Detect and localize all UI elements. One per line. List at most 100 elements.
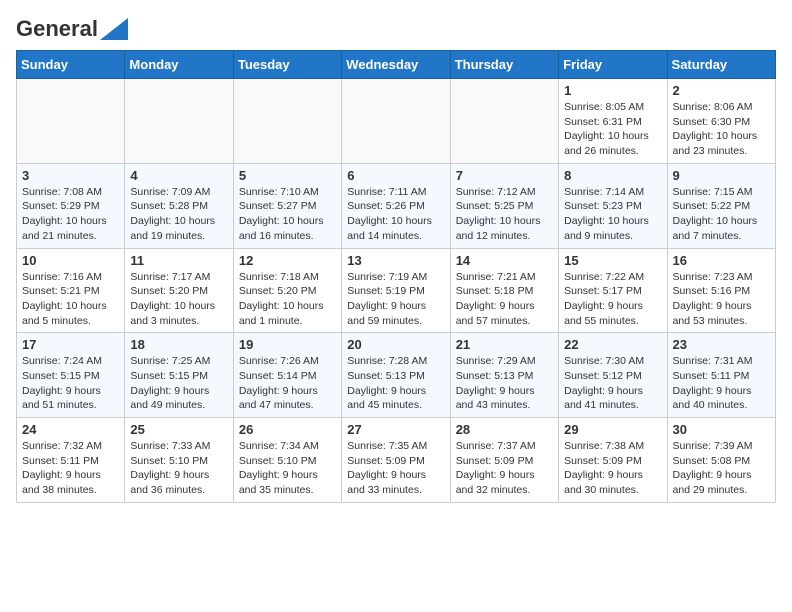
calendar-cell: 22 Sunrise: 7:30 AM Sunset: 5:12 PM Dayli… <box>559 333 667 418</box>
day-info: Sunrise: 7:35 AM Sunset: 5:09 PM Dayligh… <box>347 439 444 498</box>
calendar-cell: 28Sunrise: 7:37 AM Sunset: 5:09 PM Dayli… <box>450 418 558 503</box>
day-number: 11 <box>130 253 227 268</box>
day-number: 29 <box>564 422 661 437</box>
day-number: 2 <box>673 83 770 98</box>
day-info: Sunrise: 7:11 AM Sunset: 5:26 PM Dayligh… <box>347 185 444 244</box>
day-info: Sunrise: 7:10 AM Sunset: 5:27 PM Dayligh… <box>239 185 336 244</box>
weekday-header-saturday: Saturday <box>667 51 775 79</box>
day-number: 4 <box>130 168 227 183</box>
day-info: Sunrise: 7:22 AM Sunset: 5:17 PM Dayligh… <box>564 270 661 329</box>
day-number: 15 <box>564 253 661 268</box>
day-number: 16 <box>673 253 770 268</box>
day-info: Sunrise: 7:23 AM Sunset: 5:16 PM Dayligh… <box>673 270 770 329</box>
calendar-week-1: 1Sunrise: 8:05 AM Sunset: 6:31 PM Daylig… <box>17 79 776 164</box>
calendar-cell: 13 Sunrise: 7:19 AM Sunset: 5:19 PM Dayli… <box>342 248 450 333</box>
day-info: Sunrise: 7:25 AM Sunset: 5:15 PM Dayligh… <box>130 354 227 413</box>
calendar-cell: 6Sunrise: 7:11 AM Sunset: 5:26 PM Daylig… <box>342 163 450 248</box>
logo: General <box>16 16 128 38</box>
day-number: 12 <box>239 253 336 268</box>
day-number: 27 <box>347 422 444 437</box>
day-info: Sunrise: 7:28 AM Sunset: 5:13 PM Dayligh… <box>347 354 444 413</box>
weekday-header-thursday: Thursday <box>450 51 558 79</box>
day-info: Sunrise: 7:18 AM Sunset: 5:20 PM Dayligh… <box>239 270 336 329</box>
day-number: 26 <box>239 422 336 437</box>
calendar-week-4: 17Sunrise: 7:24 AM Sunset: 5:15 PM Dayli… <box>17 333 776 418</box>
calendar-cell: 12 Sunrise: 7:18 AM Sunset: 5:20 PM Dayli… <box>233 248 341 333</box>
calendar-cell: 18 Sunrise: 7:25 AM Sunset: 5:15 PM Dayli… <box>125 333 233 418</box>
calendar-cell: 27 Sunrise: 7:35 AM Sunset: 5:09 PM Dayli… <box>342 418 450 503</box>
calendar-week-5: 24 Sunrise: 7:32 AM Sunset: 5:11 PM Dayli… <box>17 418 776 503</box>
calendar-cell <box>233 79 341 164</box>
day-number: 23 <box>673 337 770 352</box>
day-number: 3 <box>22 168 119 183</box>
day-number: 7 <box>456 168 553 183</box>
day-number: 1 <box>564 83 661 98</box>
day-info: Sunrise: 7:26 AM Sunset: 5:14 PM Dayligh… <box>239 354 336 413</box>
day-number: 25 <box>130 422 227 437</box>
day-number: 10 <box>22 253 119 268</box>
calendar-cell: 11 Sunrise: 7:17 AM Sunset: 5:20 PM Dayli… <box>125 248 233 333</box>
page-header: General <box>16 16 776 38</box>
day-number: 18 <box>130 337 227 352</box>
calendar-cell <box>17 79 125 164</box>
day-info: Sunrise: 7:21 AM Sunset: 5:18 PM Dayligh… <box>456 270 553 329</box>
day-info: Sunrise: 7:15 AM Sunset: 5:22 PM Dayligh… <box>673 185 770 244</box>
calendar-cell: 2 Sunrise: 8:06 AM Sunset: 6:30 PM Daylig… <box>667 79 775 164</box>
calendar-cell: 3 Sunrise: 7:08 AM Sunset: 5:29 PM Daylig… <box>17 163 125 248</box>
calendar-cell <box>125 79 233 164</box>
weekday-header-sunday: Sunday <box>17 51 125 79</box>
day-number: 9 <box>673 168 770 183</box>
day-info: Sunrise: 7:19 AM Sunset: 5:19 PM Dayligh… <box>347 270 444 329</box>
day-number: 20 <box>347 337 444 352</box>
calendar-cell: 19 Sunrise: 7:26 AM Sunset: 5:14 PM Dayli… <box>233 333 341 418</box>
day-info: Sunrise: 7:24 AM Sunset: 5:15 PM Dayligh… <box>22 354 119 413</box>
day-number: 19 <box>239 337 336 352</box>
day-info: Sunrise: 8:06 AM Sunset: 6:30 PM Dayligh… <box>673 100 770 159</box>
day-info: Sunrise: 7:12 AM Sunset: 5:25 PM Dayligh… <box>456 185 553 244</box>
day-info: Sunrise: 7:16 AM Sunset: 5:21 PM Dayligh… <box>22 270 119 329</box>
calendar-week-2: 3 Sunrise: 7:08 AM Sunset: 5:29 PM Daylig… <box>17 163 776 248</box>
calendar-cell: 8 Sunrise: 7:14 AM Sunset: 5:23 PM Daylig… <box>559 163 667 248</box>
logo-text-general: General <box>16 16 98 42</box>
day-number: 30 <box>673 422 770 437</box>
weekday-header-monday: Monday <box>125 51 233 79</box>
calendar-cell: 25 Sunrise: 7:33 AM Sunset: 5:10 PM Dayli… <box>125 418 233 503</box>
day-number: 5 <box>239 168 336 183</box>
day-info: Sunrise: 7:17 AM Sunset: 5:20 PM Dayligh… <box>130 270 227 329</box>
day-number: 13 <box>347 253 444 268</box>
calendar-cell: 14 Sunrise: 7:21 AM Sunset: 5:18 PM Dayli… <box>450 248 558 333</box>
day-number: 21 <box>456 337 553 352</box>
day-number: 8 <box>564 168 661 183</box>
calendar-cell: 1Sunrise: 8:05 AM Sunset: 6:31 PM Daylig… <box>559 79 667 164</box>
day-info: Sunrise: 7:14 AM Sunset: 5:23 PM Dayligh… <box>564 185 661 244</box>
weekday-header-wednesday: Wednesday <box>342 51 450 79</box>
calendar-cell: 20 Sunrise: 7:28 AM Sunset: 5:13 PM Dayli… <box>342 333 450 418</box>
calendar-cell: 10 Sunrise: 7:16 AM Sunset: 5:21 PM Dayli… <box>17 248 125 333</box>
day-number: 22 <box>564 337 661 352</box>
weekday-header-tuesday: Tuesday <box>233 51 341 79</box>
day-info: Sunrise: 7:31 AM Sunset: 5:11 PM Dayligh… <box>673 354 770 413</box>
calendar-table: SundayMondayTuesdayWednesdayThursdayFrid… <box>16 50 776 503</box>
calendar-cell: 21Sunrise: 7:29 AM Sunset: 5:13 PM Dayli… <box>450 333 558 418</box>
day-info: Sunrise: 7:08 AM Sunset: 5:29 PM Dayligh… <box>22 185 119 244</box>
day-number: 24 <box>22 422 119 437</box>
calendar-cell: 9 Sunrise: 7:15 AM Sunset: 5:22 PM Daylig… <box>667 163 775 248</box>
day-info: Sunrise: 7:33 AM Sunset: 5:10 PM Dayligh… <box>130 439 227 498</box>
day-info: Sunrise: 7:34 AM Sunset: 5:10 PM Dayligh… <box>239 439 336 498</box>
calendar-cell: 29 Sunrise: 7:38 AM Sunset: 5:09 PM Dayli… <box>559 418 667 503</box>
day-info: Sunrise: 7:32 AM Sunset: 5:11 PM Dayligh… <box>22 439 119 498</box>
day-info: Sunrise: 7:30 AM Sunset: 5:12 PM Dayligh… <box>564 354 661 413</box>
weekday-header-friday: Friday <box>559 51 667 79</box>
day-info: Sunrise: 7:09 AM Sunset: 5:28 PM Dayligh… <box>130 185 227 244</box>
calendar-cell: 24 Sunrise: 7:32 AM Sunset: 5:11 PM Dayli… <box>17 418 125 503</box>
calendar-header-row: SundayMondayTuesdayWednesdayThursdayFrid… <box>17 51 776 79</box>
calendar-week-3: 10 Sunrise: 7:16 AM Sunset: 5:21 PM Dayli… <box>17 248 776 333</box>
calendar-cell: 30Sunrise: 7:39 AM Sunset: 5:08 PM Dayli… <box>667 418 775 503</box>
calendar-cell: 23 Sunrise: 7:31 AM Sunset: 5:11 PM Dayli… <box>667 333 775 418</box>
day-number: 28 <box>456 422 553 437</box>
day-info: Sunrise: 7:38 AM Sunset: 5:09 PM Dayligh… <box>564 439 661 498</box>
day-number: 14 <box>456 253 553 268</box>
calendar-cell: 15 Sunrise: 7:22 AM Sunset: 5:17 PM Dayli… <box>559 248 667 333</box>
calendar-cell: 26 Sunrise: 7:34 AM Sunset: 5:10 PM Dayli… <box>233 418 341 503</box>
calendar-cell: 16 Sunrise: 7:23 AM Sunset: 5:16 PM Dayli… <box>667 248 775 333</box>
